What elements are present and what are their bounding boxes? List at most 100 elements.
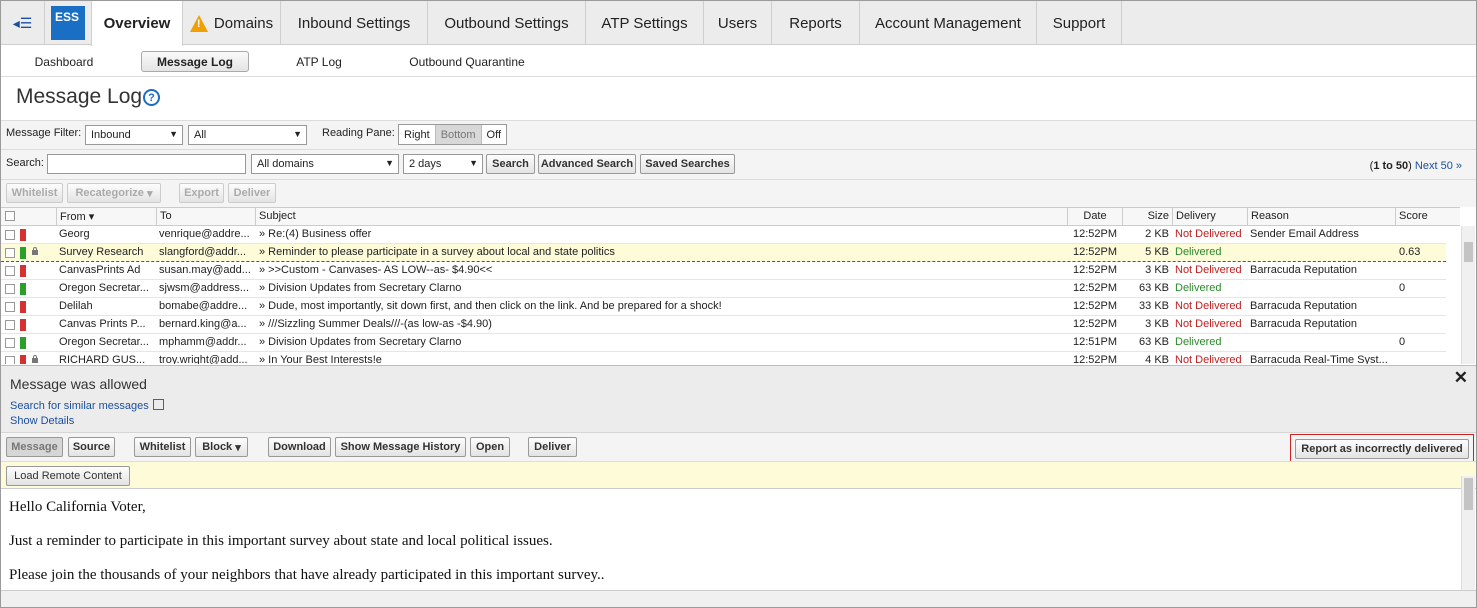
chevron-down-icon: ▼ [293, 129, 302, 139]
row-checkbox[interactable] [5, 266, 15, 276]
chevron-down-icon: ▼ [469, 158, 478, 168]
source-view-button[interactable]: Source [68, 437, 115, 457]
select-all-checkbox[interactable] [5, 211, 15, 221]
reading-pane-right[interactable]: Right [399, 125, 436, 144]
col-reason[interactable]: Reason [1247, 208, 1395, 226]
row-checkbox[interactable] [5, 230, 15, 240]
chevron-down-icon: ▼ [169, 129, 178, 139]
reading-pane-label: Reading Pane: [322, 127, 395, 139]
col-date[interactable]: Date [1067, 208, 1122, 226]
row-checkbox[interactable] [5, 356, 15, 364]
message-view-button[interactable]: Message [6, 437, 63, 457]
col-from[interactable]: From ▾ [56, 208, 156, 226]
report-incorrectly-delivered-button[interactable]: Report as incorrectly delivered [1295, 439, 1469, 459]
next-page-link[interactable]: Next 50 » [1415, 160, 1462, 172]
table-row[interactable]: Oregon Secretar... sjwsm@address... » Di… [1, 280, 1446, 298]
tab-users[interactable]: Users [704, 1, 772, 45]
row-checkbox[interactable] [5, 302, 15, 312]
whitelist-message-button[interactable]: Whitelist [134, 437, 191, 457]
filter-bar: Message Filter: Inbound ▼ All ▼ Reading Pa… [1, 120, 1476, 149]
body-scrollbar[interactable] [1461, 476, 1475, 590]
table-header: From ▾ To Subject Date Size Delivery Rea… [1, 207, 1460, 226]
body-paragraph: Just a reminder to participate in this i… [9, 533, 553, 549]
help-icon[interactable]: ? [143, 89, 160, 106]
scrollbar-thumb[interactable] [1464, 478, 1473, 510]
table-row[interactable]: Survey Research slangford@addr... » Remi… [1, 244, 1446, 262]
tab-overview[interactable]: Overview [91, 1, 183, 46]
tab-domains[interactable]: ! Domains [183, 1, 281, 45]
whitelist-button[interactable]: Whitelist [6, 183, 63, 203]
pager-range: 1 to 50 [1373, 160, 1409, 172]
subtab-outbound-quarantine[interactable]: Outbound Quarantine [401, 51, 533, 72]
collapse-menu-icon[interactable]: ◂☰ [1, 1, 45, 45]
col-size[interactable]: Size [1122, 208, 1172, 226]
horizontal-scrollbar[interactable] [1, 590, 1476, 607]
subtab-message-log[interactable]: Message Log [141, 51, 249, 72]
download-button[interactable]: Download [268, 437, 331, 457]
tab-outbound-settings[interactable]: Outbound Settings [428, 1, 586, 45]
load-remote-content-button[interactable]: Load Remote Content [6, 466, 130, 486]
message-status: Message was allowed [10, 376, 147, 392]
similar-messages-link[interactable]: Search for similar messages [10, 399, 164, 412]
message-body: Hello California Voter, Just a reminder … [1, 489, 1461, 589]
row-checkbox[interactable] [5, 320, 15, 330]
status-flag-icon [20, 247, 26, 259]
show-details-link[interactable]: Show Details [10, 415, 74, 427]
chevron-down-icon: ▾ [235, 441, 241, 454]
direction-select[interactable]: Inbound ▼ [85, 125, 183, 145]
col-subject[interactable]: Subject [255, 208, 1067, 226]
tab-reports[interactable]: Reports [772, 1, 860, 45]
tab-atp-settings[interactable]: ATP Settings [586, 1, 704, 45]
reading-pane-off[interactable]: Off [482, 125, 506, 144]
scrollbar-thumb[interactable] [1464, 242, 1473, 262]
chevron-down-icon: ▾ [147, 187, 153, 200]
tab-inbound-settings[interactable]: Inbound Settings [281, 1, 428, 45]
status-flag-icon [20, 265, 26, 277]
table-row[interactable]: Georg venrique@addre... » Re:(4) Busines… [1, 226, 1446, 244]
message-list: Georg venrique@addre... » Re:(4) Busines… [1, 226, 1460, 364]
warning-icon: ! [189, 14, 208, 32]
message-filter-label: Message Filter: [6, 127, 82, 139]
col-to[interactable]: To [156, 208, 255, 226]
row-checkbox[interactable] [5, 248, 15, 258]
tab-support[interactable]: Support [1037, 1, 1122, 45]
search-label: Search: [6, 157, 44, 169]
open-button[interactable]: Open [470, 437, 510, 457]
search-input[interactable] [47, 154, 246, 174]
domains-select[interactable]: All domains ▼ [251, 154, 399, 174]
show-message-history-button[interactable]: Show Message History [335, 437, 466, 457]
status-select[interactable]: All ▼ [188, 125, 307, 145]
table-row[interactable]: RICHARD GUS... troy.wright@add... » In Y… [1, 352, 1446, 364]
lock-icon [32, 355, 38, 363]
row-checkbox[interactable] [5, 284, 15, 294]
deliver-message-button[interactable]: Deliver [528, 437, 577, 457]
period-select[interactable]: 2 days ▼ [403, 154, 483, 174]
status-flag-icon [20, 355, 26, 364]
subtab-atp-log[interactable]: ATP Log [281, 51, 357, 72]
top-nav: ◂☰ ESS Overview ! Domains Inbound Settin… [1, 1, 1476, 46]
row-checkbox[interactable] [5, 338, 15, 348]
export-button[interactable]: Export [179, 183, 224, 203]
table-row[interactable]: Delilah bomabe@addre... » Dude, most imp… [1, 298, 1446, 316]
table-row[interactable]: Oregon Secretar... mphamm@addr... » Divi… [1, 334, 1446, 352]
status-flag-icon [20, 301, 26, 313]
table-row[interactable]: Canvas Prints P... bernard.king@a... » /… [1, 316, 1446, 334]
list-scrollbar[interactable] [1461, 226, 1475, 364]
reading-pane-bottom[interactable]: Bottom [435, 125, 482, 144]
table-row[interactable]: CanvasPrints Ad susan.may@add... » >>Cus… [1, 262, 1446, 280]
search-bar: Search: All domains ▼ 2 days ▼ Search Adva… [1, 149, 1476, 179]
col-delivery[interactable]: Delivery [1172, 208, 1247, 226]
advanced-search-button[interactable]: Advanced Search [538, 154, 636, 174]
chevron-down-icon: ▼ [385, 158, 394, 168]
subtab-dashboard[interactable]: Dashboard [21, 51, 107, 72]
col-score[interactable]: Score [1395, 208, 1445, 226]
block-button[interactable]: Block ▾ [195, 437, 248, 457]
deliver-button[interactable]: Deliver [228, 183, 276, 203]
recategorize-button[interactable]: Recategorize ▾ [67, 183, 161, 203]
search-button[interactable]: Search [486, 154, 535, 174]
tab-account-management[interactable]: Account Management [860, 1, 1037, 45]
body-paragraph: Please join the thousands of your neighb… [9, 567, 605, 583]
saved-searches-button[interactable]: Saved Searches [640, 154, 735, 174]
close-icon[interactable]: ✕ [1454, 368, 1468, 388]
lock-icon [32, 247, 38, 255]
